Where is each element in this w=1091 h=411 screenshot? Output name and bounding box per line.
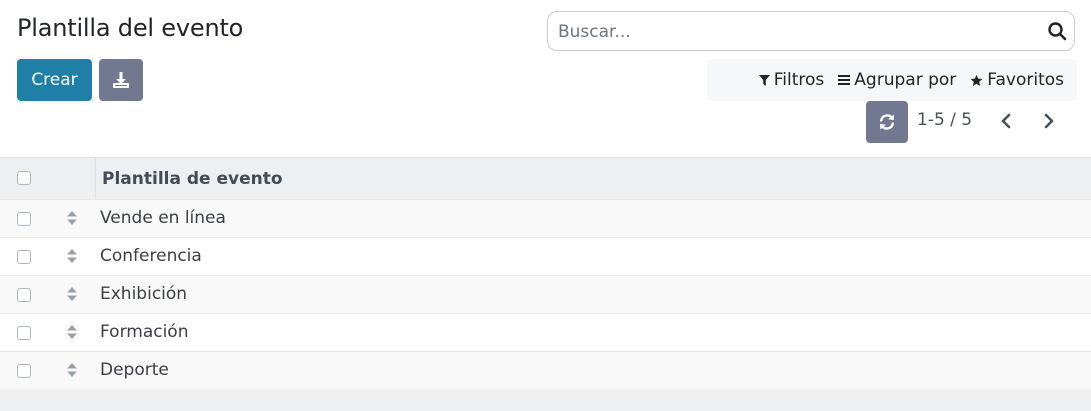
column-divider	[95, 158, 96, 199]
table-row[interactable]: Exhibición	[0, 275, 1091, 313]
row-checkbox[interactable]	[17, 288, 31, 302]
chevron-left-icon	[1001, 113, 1011, 129]
drag-handle-icon[interactable]	[66, 210, 78, 226]
table-header: Plantilla de evento	[0, 157, 1091, 199]
list-icon	[838, 75, 851, 85]
filters-label: Filtros	[773, 70, 825, 90]
select-all-checkbox[interactable]	[17, 171, 31, 185]
row-name: Vende en línea	[100, 208, 226, 228]
drag-handle-icon[interactable]	[66, 248, 78, 264]
pager-next[interactable]	[1036, 108, 1062, 134]
pager-value[interactable]: 1-5 / 5	[917, 110, 972, 130]
drag-handle-icon[interactable]	[66, 362, 78, 378]
group-by-label: Agrupar por	[854, 70, 957, 90]
table-row[interactable]: Vende en línea	[0, 199, 1091, 237]
create-button[interactable]: Crear	[17, 59, 92, 101]
list-table: Plantilla de evento Vende en línea Confe…	[0, 157, 1091, 389]
search-panel-toolbar: Filtros Agrupar por Favoritos	[707, 59, 1077, 101]
favorites-toggle[interactable]: Favoritos	[963, 59, 1071, 101]
download-button[interactable]	[99, 59, 143, 101]
reload-button[interactable]	[866, 101, 908, 143]
table-row[interactable]: Deporte	[0, 351, 1091, 389]
search-box[interactable]	[547, 11, 1075, 52]
row-name: Exhibición	[100, 284, 188, 304]
row-checkbox[interactable]	[17, 212, 31, 226]
table-row[interactable]: Formación	[0, 313, 1091, 351]
page-title: Plantilla del evento	[17, 14, 244, 42]
drag-handle-icon[interactable]	[66, 324, 78, 340]
table-footer	[0, 389, 1091, 411]
search-icon[interactable]	[1046, 20, 1068, 42]
row-name: Formación	[100, 322, 189, 342]
favorites-label: Favoritos	[987, 70, 1064, 90]
filters-toggle[interactable]: Filtros	[752, 59, 832, 101]
pager-previous[interactable]	[993, 108, 1019, 134]
row-checkbox[interactable]	[17, 326, 31, 340]
chevron-right-icon	[1044, 113, 1054, 129]
filter-icon	[758, 74, 770, 86]
refresh-icon	[880, 114, 894, 130]
row-checkbox[interactable]	[17, 250, 31, 264]
drag-handle-icon[interactable]	[66, 286, 78, 302]
star-icon	[970, 74, 983, 86]
download-icon	[113, 72, 129, 88]
table-body: Vende en línea Conferencia Exhibición Fo…	[0, 199, 1091, 389]
row-name: Deporte	[100, 360, 169, 380]
table-row[interactable]: Conferencia	[0, 237, 1091, 275]
search-input[interactable]	[556, 12, 1040, 52]
row-name: Conferencia	[100, 246, 202, 266]
row-checkbox[interactable]	[17, 364, 31, 378]
group-by-toggle[interactable]: Agrupar por	[831, 59, 963, 101]
column-header-name[interactable]: Plantilla de evento	[102, 169, 283, 189]
